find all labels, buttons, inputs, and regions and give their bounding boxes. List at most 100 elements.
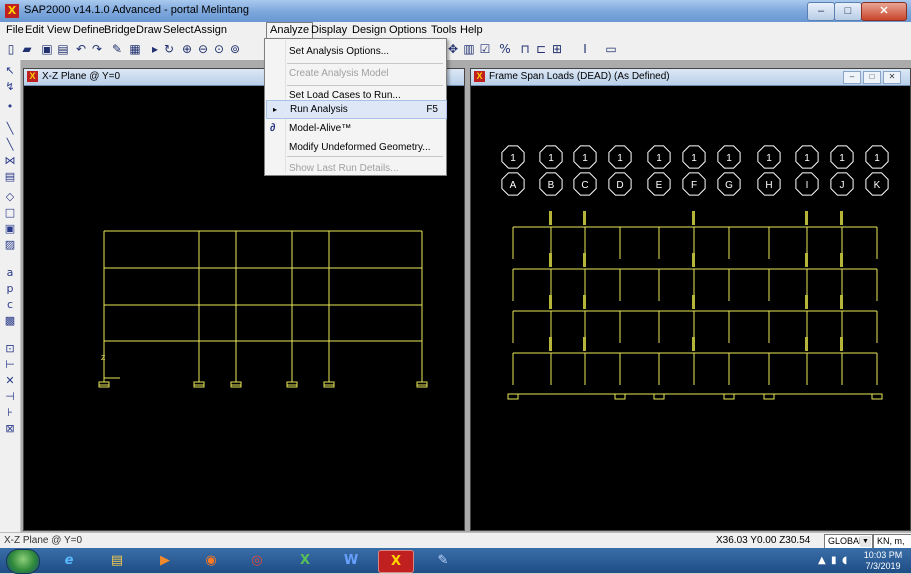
- word-icon[interactable]: W: [334, 550, 368, 571]
- lock-icon[interactable]: ▦: [128, 42, 142, 56]
- snap-points-icon[interactable]: ⊡: [3, 342, 17, 356]
- chrome-icon[interactable]: ◎: [240, 550, 274, 571]
- draw-frame-icon[interactable]: ╲: [3, 122, 17, 136]
- panel-restore-button[interactable]: □: [863, 71, 881, 84]
- grid-bubble-top-label: 1: [582, 153, 588, 164]
- menu-edit[interactable]: Edit: [25, 24, 44, 36]
- pointer-icon[interactable]: ↖: [3, 64, 17, 78]
- undo-icon[interactable]: ↶: [74, 42, 88, 56]
- snap-grid-icon[interactable]: ⊠: [3, 422, 17, 436]
- pencil-icon[interactable]: ✎: [110, 42, 124, 56]
- menu-bridge[interactable]: Bridge: [104, 24, 136, 36]
- checkbox-view-icon[interactable]: ☑: [478, 42, 492, 56]
- zoom-fit-icon[interactable]: ⊚: [228, 42, 242, 56]
- taskbar-clock[interactable]: 10:03 PM 7/3/2019: [858, 550, 908, 572]
- redo-icon[interactable]: ↷: [90, 42, 104, 56]
- menu-item-model-alive[interactable]: ∂ Model-Alive™: [266, 119, 445, 138]
- menu-item-run-analysis[interactable]: ▸ Run Analysis F5: [266, 100, 447, 119]
- grid-bubble-bottom-label: I: [806, 180, 809, 191]
- menu-design[interactable]: Design: [352, 24, 386, 36]
- rotate-3d-icon[interactable]: ↻: [162, 42, 176, 56]
- chevron-down-icon[interactable]: ▼: [860, 536, 871, 547]
- paint-icon[interactable]: ✎: [426, 550, 460, 571]
- draw-area-icon[interactable]: ◇: [3, 190, 17, 204]
- menu-item-modify-undeformed-geometry[interactable]: Modify Undeformed Geometry...: [266, 138, 445, 157]
- grid-bubble-bottom-label: E: [656, 180, 663, 191]
- menu-assign[interactable]: Assign: [194, 24, 227, 36]
- xz-plane-view-title: X-Z Plane @ Y=0: [42, 71, 121, 82]
- draw-brace-icon[interactable]: ⋈: [3, 154, 17, 168]
- menu-help[interactable]: Help: [460, 24, 483, 36]
- menu-analyze[interactable]: Analyze: [266, 22, 314, 39]
- sap2000-taskbar-icon[interactable]: X: [378, 550, 414, 573]
- frame-release-icon[interactable]: ⊏: [534, 42, 548, 56]
- quick-area-icon[interactable]: ▣: [3, 222, 17, 236]
- speaker-icon[interactable]: ◖: [842, 555, 847, 566]
- open-folder-icon[interactable]: ▰: [20, 42, 34, 56]
- snap-icon[interactable]: ✥: [446, 42, 460, 56]
- intersect-select-icon[interactable]: ▩: [3, 314, 17, 328]
- menu-options[interactable]: Options: [389, 24, 427, 36]
- area-section-icon[interactable]: ▭: [604, 42, 618, 56]
- draw-link-icon[interactable]: ▤: [3, 170, 17, 184]
- media-player-icon[interactable]: ▶: [148, 550, 182, 571]
- zoom-out-icon[interactable]: ⊖: [196, 42, 210, 56]
- span-load-marker: [583, 211, 586, 225]
- snap-lines-icon[interactable]: ⊦: [3, 406, 17, 420]
- frame-icon[interactable]: ⊓: [518, 42, 532, 56]
- minimize-button[interactable]: –: [807, 2, 835, 21]
- draw-rect-area-icon[interactable]: □: [3, 206, 17, 220]
- print-icon[interactable]: ▤: [56, 42, 70, 56]
- file-explorer-icon[interactable]: ▤: [100, 550, 134, 571]
- menu-define[interactable]: Define: [73, 24, 105, 36]
- save-icon[interactable]: ▣: [40, 42, 54, 56]
- sap2000-app-icon[interactable]: X: [5, 4, 19, 18]
- menu-draw[interactable]: Draw: [136, 24, 162, 36]
- reshape-icon[interactable]: ↯: [3, 80, 17, 94]
- grid-bubble-bottom-label: B: [548, 180, 555, 191]
- start-button[interactable]: [6, 549, 40, 574]
- zoom-in-icon[interactable]: ⊕: [180, 42, 194, 56]
- menu-display[interactable]: Display: [311, 24, 347, 36]
- run-icon[interactable]: ▸: [148, 42, 162, 56]
- section-i-icon[interactable]: I: [578, 42, 592, 56]
- menu-item-show-last-run-details: Show Last Run Details...: [266, 159, 445, 178]
- tray-up-arrow-icon[interactable]: ▲: [818, 555, 826, 566]
- maximize-button[interactable]: □: [834, 2, 862, 21]
- panel-minimize-button[interactable]: –: [843, 71, 861, 84]
- snap-perpendicular-icon[interactable]: ⊣: [3, 390, 17, 404]
- frame-span-loads-caption[interactable]: X Frame Span Loads (DEAD) (As Defined) –…: [471, 69, 910, 86]
- span-load-marker: [805, 253, 808, 267]
- units-select[interactable]: KN, m, C: [873, 534, 911, 559]
- menu-view[interactable]: View: [47, 24, 71, 36]
- menu-select[interactable]: Select: [163, 24, 194, 36]
- percent-icon[interactable]: %: [498, 42, 512, 56]
- joint-icon[interactable]: ⊞: [550, 42, 564, 56]
- zoom-window-icon[interactable]: ⊙: [212, 42, 226, 56]
- clear-selection-icon[interactable]: c: [3, 298, 17, 312]
- close-button[interactable]: ✕: [861, 2, 907, 21]
- internet-explorer-icon[interactable]: e: [52, 550, 86, 571]
- fixed-support: [871, 393, 883, 400]
- network-icon[interactable]: ▮: [831, 555, 837, 566]
- frame-span-loads-view[interactable]: X Frame Span Loads (DEAD) (As Defined) –…: [470, 68, 911, 531]
- span-load-marker: [583, 253, 586, 267]
- grid-view-icon[interactable]: ▥: [462, 42, 476, 56]
- draw-solid-icon[interactable]: ▨: [3, 238, 17, 252]
- excel-icon[interactable]: X: [288, 550, 322, 571]
- new-model-icon[interactable]: ▯: [4, 42, 18, 56]
- firefox-icon[interactable]: ◉: [194, 550, 228, 571]
- select-all-icon[interactable]: a: [3, 266, 17, 280]
- coordinate-system-select[interactable]: GLOBAL ▼: [824, 534, 873, 549]
- snap-ends-icon[interactable]: ⊢: [3, 358, 17, 372]
- select-previous-icon[interactable]: p: [3, 282, 17, 296]
- menu-item-set-analysis-options[interactable]: Set Analysis Options...: [266, 42, 445, 61]
- menu-file[interactable]: File: [6, 24, 24, 36]
- draw-point-icon[interactable]: •: [3, 100, 17, 114]
- frame-span-loads-drawing[interactable]: 1 A 1 B 1 C 1 D 1 E 1 F 1 G 1 H 1 I 1 J 1 K: [471, 86, 910, 530]
- panel-close-button[interactable]: ✕: [883, 71, 901, 84]
- window-title: SAP2000 v14.1.0 Advanced - portal Melint…: [24, 4, 250, 16]
- menu-tools[interactable]: Tools: [431, 24, 457, 36]
- quick-frame-icon[interactable]: ╲: [3, 138, 17, 152]
- snap-intersect-icon[interactable]: ✕: [3, 374, 17, 388]
